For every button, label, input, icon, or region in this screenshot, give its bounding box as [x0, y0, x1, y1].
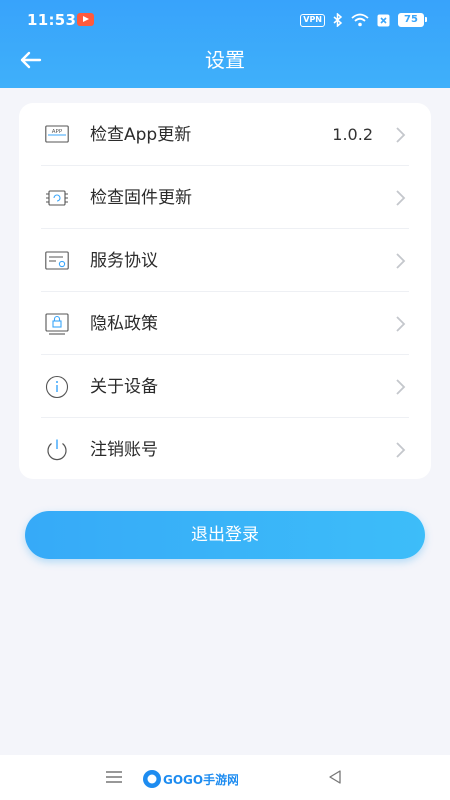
- settings-item-label: 注销账号: [90, 440, 158, 460]
- no-sim-icon: [377, 14, 390, 26]
- chevron-right-icon: [396, 379, 406, 395]
- vpn-badge: VPN: [300, 13, 325, 27]
- settings-item-label: 关于设备: [90, 377, 158, 397]
- settings-item-app-update[interactable]: APP 检查App更新 1.0.2: [19, 103, 431, 166]
- settings-card: APP 检查App更新 1.0.2 检查固件更新 服务协议 隐私政策 关于设备 …: [19, 103, 431, 479]
- settings-item-label: 检查固件更新: [90, 188, 192, 208]
- wifi-icon: [351, 13, 369, 27]
- nav-back-icon[interactable]: [327, 769, 343, 785]
- settings-item-delete-account[interactable]: 注销账号: [19, 418, 431, 481]
- chevron-right-icon: [396, 190, 406, 206]
- bluetooth-icon: [333, 13, 343, 27]
- firmware-chip-icon: [46, 190, 68, 206]
- header: 11:53 VPN 75 设置: [0, 0, 450, 88]
- settings-item-firmware-update[interactable]: 检查固件更新: [19, 166, 431, 229]
- screen-record-icon: [77, 13, 94, 26]
- settings-item-label: 隐私政策: [90, 314, 158, 334]
- certificate-icon: [45, 251, 69, 270]
- logo-text: GOGO手游网: [163, 772, 238, 787]
- chevron-right-icon: [396, 253, 406, 269]
- logout-button[interactable]: 退出登录: [25, 511, 425, 559]
- chevron-right-icon: [396, 442, 406, 458]
- system-nav-bar: GOGO手游网: [0, 755, 450, 800]
- menu-icon[interactable]: [105, 770, 123, 784]
- app-update-icon: APP: [45, 125, 69, 143]
- page-title: 设置: [205, 48, 245, 72]
- svg-text:APP: APP: [52, 129, 63, 135]
- chevron-right-icon: [396, 316, 406, 332]
- settings-item-privacy-policy[interactable]: 隐私政策: [19, 292, 431, 355]
- settings-item-label: 检查App更新: [90, 125, 192, 145]
- settings-item-service-agreement[interactable]: 服务协议: [19, 229, 431, 292]
- battery-indicator: 75: [398, 13, 427, 27]
- privacy-lock-icon: [45, 313, 69, 335]
- status-time: 11:53: [27, 11, 77, 29]
- app-version-value: 1.0.2: [332, 125, 373, 144]
- gogo-logo: GOGO手游网: [143, 770, 238, 788]
- power-icon: [47, 439, 67, 461]
- chevron-right-icon: [396, 127, 406, 143]
- status-bar: 11:53 VPN 75: [0, 0, 450, 40]
- settings-item-about-device[interactable]: 关于设备: [19, 355, 431, 418]
- info-icon: [45, 375, 69, 399]
- settings-item-label: 服务协议: [90, 251, 158, 271]
- status-icons: VPN 75: [300, 12, 427, 28]
